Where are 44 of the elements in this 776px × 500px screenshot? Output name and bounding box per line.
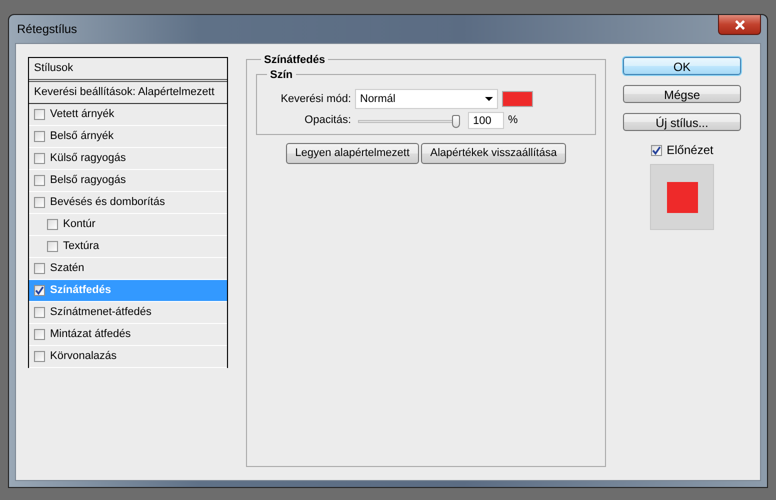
percent-unit: % <box>508 113 518 128</box>
blend-mode-dropdown[interactable]: Normál <box>355 89 498 109</box>
style-item[interactable]: Körvonalazás <box>29 346 227 368</box>
checkbox[interactable] <box>34 263 45 274</box>
checkbox[interactable] <box>34 109 45 120</box>
checkbox[interactable] <box>34 131 45 142</box>
style-item[interactable]: Belső árnyék <box>29 126 227 148</box>
style-item[interactable]: Mintázat átfedés <box>29 324 227 346</box>
checkbox[interactable] <box>47 241 58 252</box>
slider-thumb[interactable] <box>452 114 460 128</box>
checkbox[interactable] <box>47 219 58 230</box>
checkbox[interactable] <box>34 351 45 362</box>
window-title: Rétegstílus <box>16 21 78 38</box>
preview-label: Előnézet <box>666 142 714 159</box>
action-button[interactable]: Alapértékek visszaállítása <box>421 143 566 164</box>
dialog-button[interactable]: Mégse <box>623 85 741 103</box>
checkbox[interactable] <box>34 329 45 340</box>
style-item[interactable]: Kontúr <box>29 214 227 236</box>
checkbox[interactable] <box>650 144 662 156</box>
opacity-field[interactable]: 100 <box>468 112 504 129</box>
checkbox[interactable] <box>34 307 45 318</box>
style-item[interactable]: Textúra <box>29 236 227 258</box>
opacity-label: Opacitás: <box>304 113 351 128</box>
preview-swatch <box>666 182 698 212</box>
dialog-button[interactable]: Új stílus... <box>623 113 741 131</box>
action-button[interactable]: Legyen alapértelmezett <box>286 143 419 164</box>
list-header: Stílusok <box>29 58 227 82</box>
style-item[interactable]: Külső ragyogás <box>29 148 227 170</box>
color-swatch[interactable] <box>502 91 533 107</box>
close-icon <box>734 20 746 30</box>
style-item[interactable]: Vetett árnyék <box>29 104 227 126</box>
blend-mode-label: Keverési mód: <box>280 92 351 107</box>
blend-options-item[interactable]: Keverési beállítások: Alapértelmezett <box>29 82 227 104</box>
style-item[interactable]: Belső ragyogás <box>29 170 227 192</box>
style-item[interactable]: Színátmenet-átfedés <box>29 302 227 324</box>
checkbox[interactable] <box>34 197 45 208</box>
style-item[interactable]: Bevésés és domborítás <box>29 192 227 214</box>
close-button[interactable] <box>718 15 761 35</box>
checkbox[interactable] <box>34 285 45 296</box>
checkbox[interactable] <box>34 153 45 164</box>
dropdown-arrow-icon <box>485 97 493 101</box>
checkbox[interactable] <box>34 175 45 186</box>
opacity-slider[interactable] <box>358 114 458 128</box>
dialog-button[interactable]: OK <box>623 57 741 75</box>
